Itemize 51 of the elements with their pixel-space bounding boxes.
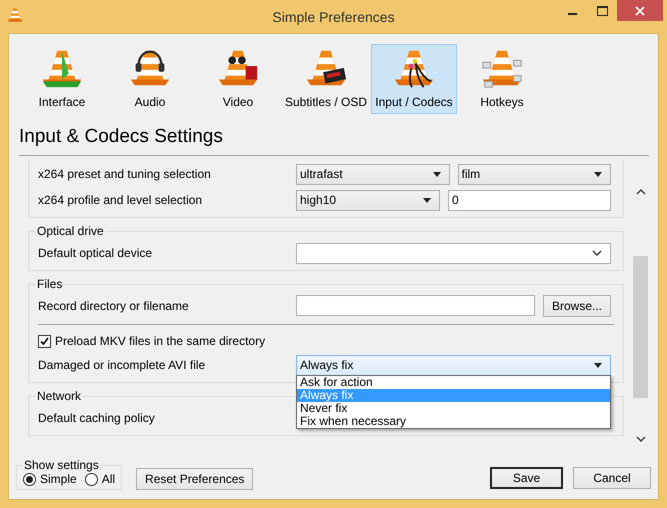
cancel-button[interactable]: Cancel (573, 467, 651, 489)
dropdown-option[interactable]: Ask for action (297, 376, 610, 388)
dropdown-arrow-icon (423, 198, 431, 202)
dropdown-arrow-icon (594, 172, 602, 176)
radio-button[interactable] (23, 472, 36, 486)
scroll-down-icon[interactable] (636, 436, 646, 442)
setting-label: Default optical device (38, 246, 154, 260)
close-button[interactable] (617, 0, 663, 21)
setting-label: Record directory or filename (38, 299, 190, 313)
reset-button[interactable]: Reset Preferences (136, 468, 254, 490)
category-tab[interactable]: Subtitles / OSD (283, 44, 369, 114)
dropdown-arrow-icon (432, 172, 440, 176)
checkbox[interactable] (38, 334, 51, 348)
checkmark-icon (40, 336, 49, 346)
minimize-icon (568, 13, 576, 15)
category-tab[interactable]: Interface (19, 44, 105, 114)
dropdown-option[interactable]: Fix when necessary (297, 414, 610, 428)
input-field[interactable]: 0 (448, 190, 611, 210)
input-field[interactable] (296, 295, 535, 316)
close-icon (635, 6, 645, 16)
category-tab[interactable]: Video (195, 44, 281, 114)
category-tab[interactable]: Input / Codecs (371, 44, 457, 114)
dropdown-arrow-icon (594, 362, 602, 368)
section-heading: Input & Codecs Settings (19, 126, 224, 148)
radio-option[interactable]: Simple (23, 472, 77, 486)
group-title: Files (36, 277, 64, 291)
dropdown[interactable]: ultrafast (296, 164, 450, 184)
setting-label: x264 preset and tuning selection (38, 167, 212, 181)
dropdown[interactable]: film (458, 164, 611, 184)
group-title: Optical drive (36, 224, 105, 238)
scroll-up-icon[interactable] (636, 188, 646, 194)
radio-button[interactable] (84, 472, 98, 486)
chevron-down-icon (592, 250, 602, 256)
dropdown[interactable]: Always fix (296, 354, 611, 376)
checkbox-label: Preload MKV files in the same directory (55, 334, 266, 348)
dropdown[interactable]: high10 (296, 190, 440, 210)
group-title: Network (36, 389, 82, 403)
category-tab[interactable]: Audio (107, 44, 193, 114)
dropdown-option[interactable]: Never fix (297, 402, 610, 414)
browse-button[interactable]: Browse... (542, 295, 611, 317)
category-tab[interactable]: Hotkeys (459, 44, 545, 114)
setting-label: Default caching policy (38, 411, 156, 425)
setting-label: Damaged or incomplete AVI file (38, 358, 206, 372)
maximize-icon (596, 6, 608, 16)
radio-option[interactable]: All (84, 472, 116, 486)
group-title: Show settings (23, 458, 100, 472)
window-title: Simple Preferences (272, 8, 395, 24)
scroll-thumb[interactable] (633, 256, 648, 398)
setting-label: x264 profile and level selection (38, 193, 204, 207)
save-button[interactable]: Save (490, 467, 563, 489)
traffic-cone-icon (6, 6, 24, 24)
